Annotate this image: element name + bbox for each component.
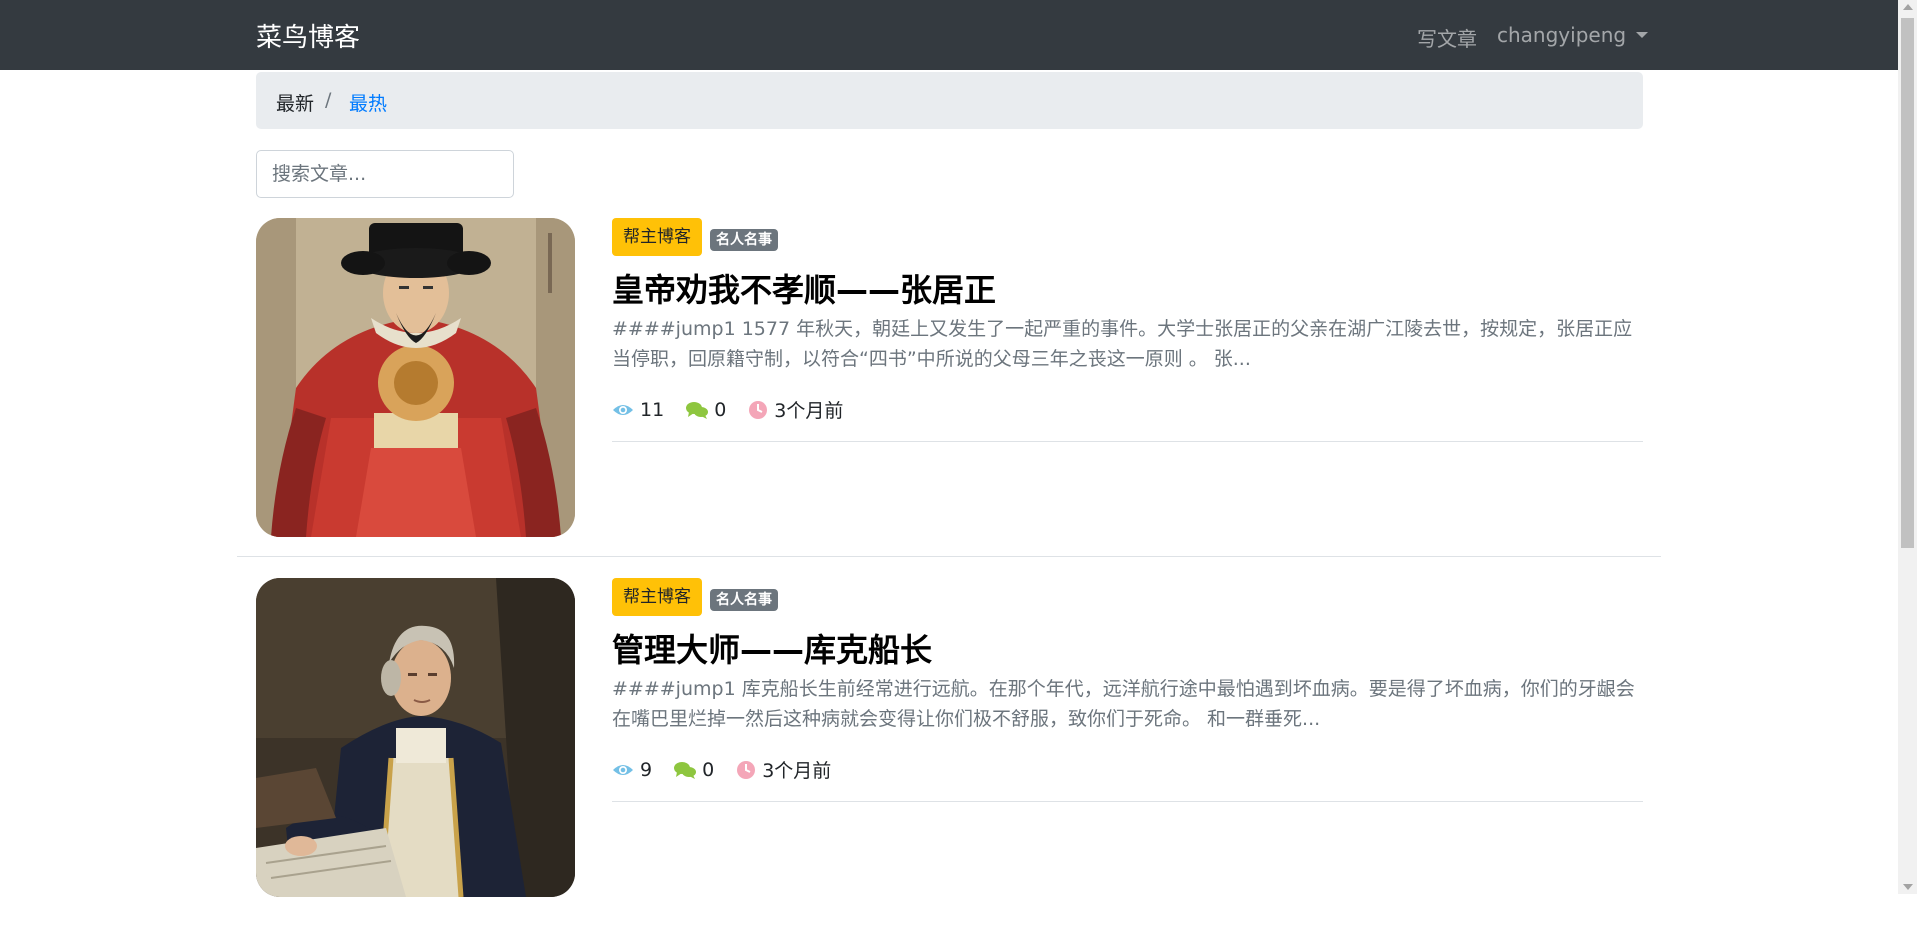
scroll-up-arrow-icon[interactable] [1903, 4, 1913, 10]
article-card: 帮主博客 名人名事 管理大师——库克船长 ####jump1 库克船长生前经常进… [0, 578, 1898, 938]
scroll-down-arrow-icon[interactable] [1903, 884, 1913, 890]
article-title[interactable]: 皇帝劝我不孝顺——张居正 [612, 265, 996, 311]
tag-badge[interactable]: 名人名事 [710, 589, 778, 611]
article-title[interactable]: 管理大师——库克船长 [612, 625, 932, 671]
article-meta: 11 0 3个月前 [612, 396, 865, 423]
article-card: 帮主博客 名人名事 皇帝劝我不孝顺——张居正 ####jump1 1577 年秋… [0, 218, 1898, 578]
article-thumbnail[interactable] [256, 578, 575, 897]
clock-icon [749, 400, 768, 419]
comments-value: 0 [714, 398, 727, 421]
sort-breadcrumb: 最新 / 最热 [256, 72, 1643, 129]
comments-count: 0 [674, 759, 714, 781]
user-dropdown-toggle[interactable]: changyipeng [1497, 23, 1649, 47]
page-scrollbar[interactable] [1898, 0, 1917, 894]
write-article-link[interactable]: 写文章 [1417, 23, 1477, 52]
article-divider [612, 441, 1643, 442]
publish-time: 3个月前 [748, 396, 843, 423]
time-value: 3个月前 [762, 760, 832, 782]
category-badge[interactable]: 帮主博客 [612, 578, 702, 616]
views-count: 9 [612, 759, 652, 781]
clock-icon [737, 760, 756, 779]
article-divider [612, 801, 1643, 802]
sort-hottest-link[interactable]: 最热 [349, 89, 387, 116]
article-meta: 9 0 3个月前 [612, 756, 853, 783]
article-excerpt: ####jump1 1577 年秋天，朝廷上又发生了一起严重的事件。大学士张居正… [612, 318, 1633, 370]
views-value: 11 [640, 398, 665, 421]
comments-icon [686, 401, 709, 419]
views-count: 11 [612, 399, 664, 421]
list-separator [237, 556, 1661, 557]
views-value: 9 [640, 758, 653, 781]
portrait-ming-official-image [256, 218, 575, 537]
top-navbar: 菜鸟博客 写文章 changyipeng [0, 0, 1898, 70]
sort-newest-link[interactable]: 最新 [276, 89, 314, 116]
comments-value: 0 [702, 758, 715, 781]
caret-down-icon [1636, 32, 1649, 38]
comments-icon [674, 761, 697, 779]
time-value: 3个月前 [774, 400, 844, 422]
eye-icon [613, 764, 633, 775]
brand-logo-text[interactable]: 菜鸟博客 [256, 17, 360, 54]
user-name-label: changyipeng [1497, 23, 1627, 47]
comments-count: 0 [686, 399, 726, 421]
category-badge[interactable]: 帮主博客 [612, 218, 702, 256]
breadcrumb-separator: / [325, 89, 332, 111]
tag-badge[interactable]: 名人名事 [710, 229, 778, 251]
publish-time: 3个月前 [736, 756, 831, 783]
eye-icon [613, 404, 633, 415]
scrollbar-thumb[interactable] [1901, 18, 1914, 548]
article-thumbnail[interactable] [256, 218, 575, 537]
search-articles-input[interactable] [256, 150, 514, 198]
article-excerpt: ####jump1 库克船长生前经常进行远航。在那个年代，远洋航行途中最怕遇到坏… [612, 678, 1635, 730]
portrait-captain-cook-image [256, 578, 575, 897]
